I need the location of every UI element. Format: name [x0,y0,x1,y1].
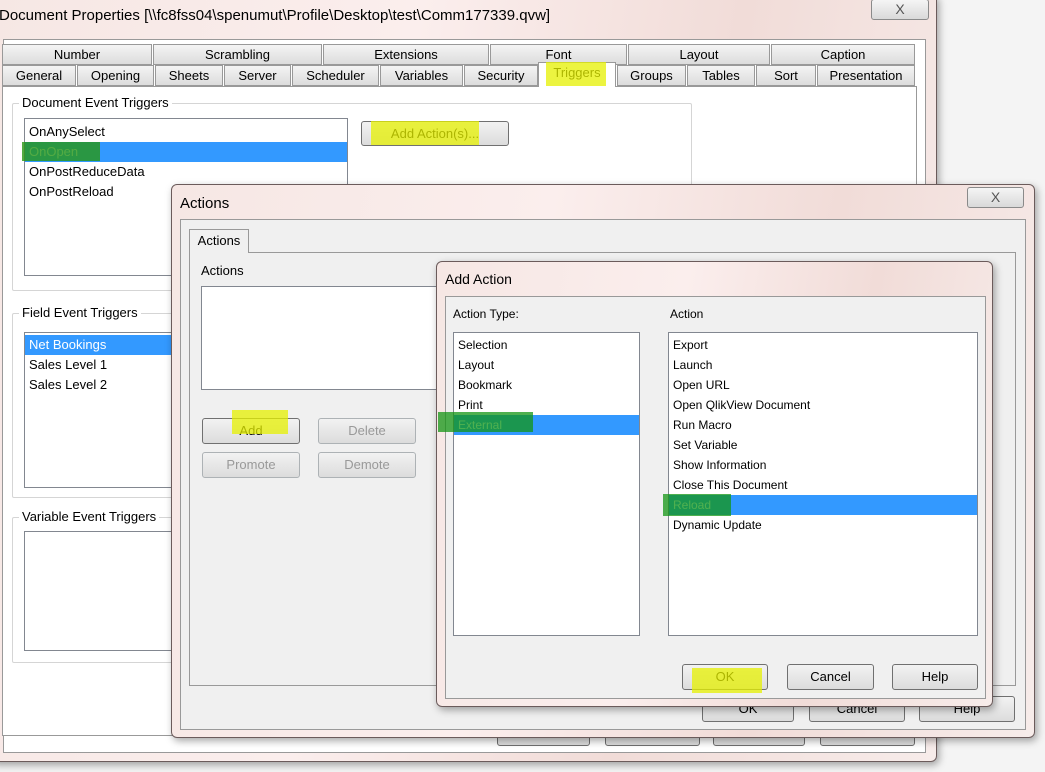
tab-variables[interactable]: Variables [380,65,463,86]
add-action-panel: Action Type: Action Selection Layout Bookm… [445,296,986,699]
list-item[interactable]: Bookmark [454,375,639,395]
delete-button[interactable]: Delete [318,418,416,444]
tab-number[interactable]: Number [2,44,152,65]
tab-general[interactable]: General [2,65,76,86]
tab-triggers[interactable]: Triggers [538,62,616,87]
add-action-cancel-button[interactable]: Cancel [787,664,874,690]
tab-layout[interactable]: Layout [628,44,770,65]
tab-server[interactable]: Server [224,65,291,86]
list-item[interactable]: Selection [454,335,639,355]
tab-groups[interactable]: Groups [617,65,686,86]
add-button[interactable]: Add [202,418,300,444]
tab-tables[interactable]: Tables [687,65,755,86]
list-item[interactable]: Reload [669,495,977,515]
tab-security[interactable]: Security [464,65,538,86]
list-item[interactable]: Run Macro [669,415,977,435]
add-action-dialog: Add Action Action Type: Action Selection… [436,261,993,707]
group-label: Document Event Triggers [19,95,172,110]
tab-opening[interactable]: Opening [77,65,154,86]
actions-dialog-title: Actions [180,195,230,212]
window-title: Document Properties [\\fc8fss04\spenumut… [0,7,551,24]
close-button[interactable]: X [871,0,929,20]
tab-scrambling[interactable]: Scrambling [153,44,322,65]
tab-sort[interactable]: Sort [756,65,816,86]
tab-presentation[interactable]: Presentation [817,65,915,86]
list-item[interactable]: External [454,415,639,435]
list-item[interactable]: Open URL [669,375,977,395]
list-item[interactable]: OnOpen [25,142,347,162]
list-item[interactable]: Show Information [669,455,977,475]
list-item[interactable]: Set Variable [669,435,977,455]
add-action-ok-button[interactable]: OK [682,664,768,690]
list-item[interactable]: Close This Document [669,475,977,495]
tab-caption[interactable]: Caption [771,44,915,65]
promote-button[interactable]: Promote [202,452,300,478]
list-item[interactable]: OnAnySelect [25,122,347,142]
tab-sheets[interactable]: Sheets [155,65,223,86]
demote-button[interactable]: Demote [318,452,416,478]
add-actions-button[interactable]: Add Action(s)... [361,121,509,146]
actions-label: Actions [201,263,244,278]
action-list[interactable]: Export Launch Open URL Open QlikView Docume… [668,332,978,636]
list-item[interactable]: Launch [669,355,977,375]
list-item[interactable]: Print [454,395,639,415]
list-item[interactable]: Open QlikView Document [669,395,977,415]
list-item[interactable]: Layout [454,355,639,375]
add-action-title: Add Action [445,271,512,287]
list-item[interactable]: OnPostReduceData [25,162,347,182]
action-type-label: Action Type: [453,307,519,321]
list-item[interactable]: Export [669,335,977,355]
list-item[interactable]: Dynamic Update [669,515,977,535]
group-label: Field Event Triggers [19,305,141,320]
tab-extensions[interactable]: Extensions [323,44,489,65]
action-label: Action [670,307,704,321]
group-label: Variable Event Triggers [19,509,160,524]
action-type-list[interactable]: Selection Layout Bookmark Print External [453,332,640,636]
add-action-help-button[interactable]: Help [892,664,978,690]
tab-scheduler[interactable]: Scheduler [292,65,379,86]
tab-actions[interactable]: Actions [189,229,249,253]
actions-close-button[interactable]: X [967,187,1024,208]
